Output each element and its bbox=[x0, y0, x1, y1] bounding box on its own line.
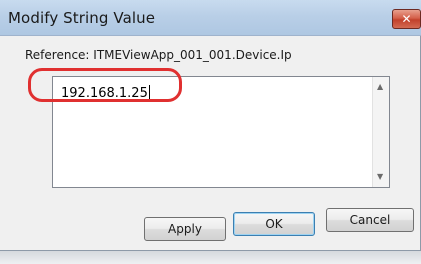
window-shadow bbox=[0, 251, 421, 264]
modify-string-dialog: Modify String Value ✕ Reference: ITMEVie… bbox=[0, 0, 421, 251]
reference-label: Reference: ITMEViewApp_001_001.Device.Ip bbox=[25, 48, 292, 62]
title-bar[interactable]: Modify String Value ✕ bbox=[0, 0, 421, 36]
ok-button[interactable]: OK bbox=[233, 212, 315, 236]
close-button[interactable]: ✕ bbox=[392, 9, 421, 29]
apply-button[interactable]: Apply bbox=[144, 217, 226, 241]
close-icon: ✕ bbox=[401, 12, 412, 26]
highlight-annotation bbox=[28, 68, 182, 102]
dialog-title: Modify String Value bbox=[8, 9, 156, 27]
scroll-up-icon[interactable]: ▲ bbox=[377, 82, 383, 91]
scroll-down-icon[interactable]: ▼ bbox=[377, 172, 383, 181]
cancel-button[interactable]: Cancel bbox=[326, 208, 414, 232]
vertical-scrollbar[interactable]: ▲ ▼ bbox=[372, 77, 389, 187]
